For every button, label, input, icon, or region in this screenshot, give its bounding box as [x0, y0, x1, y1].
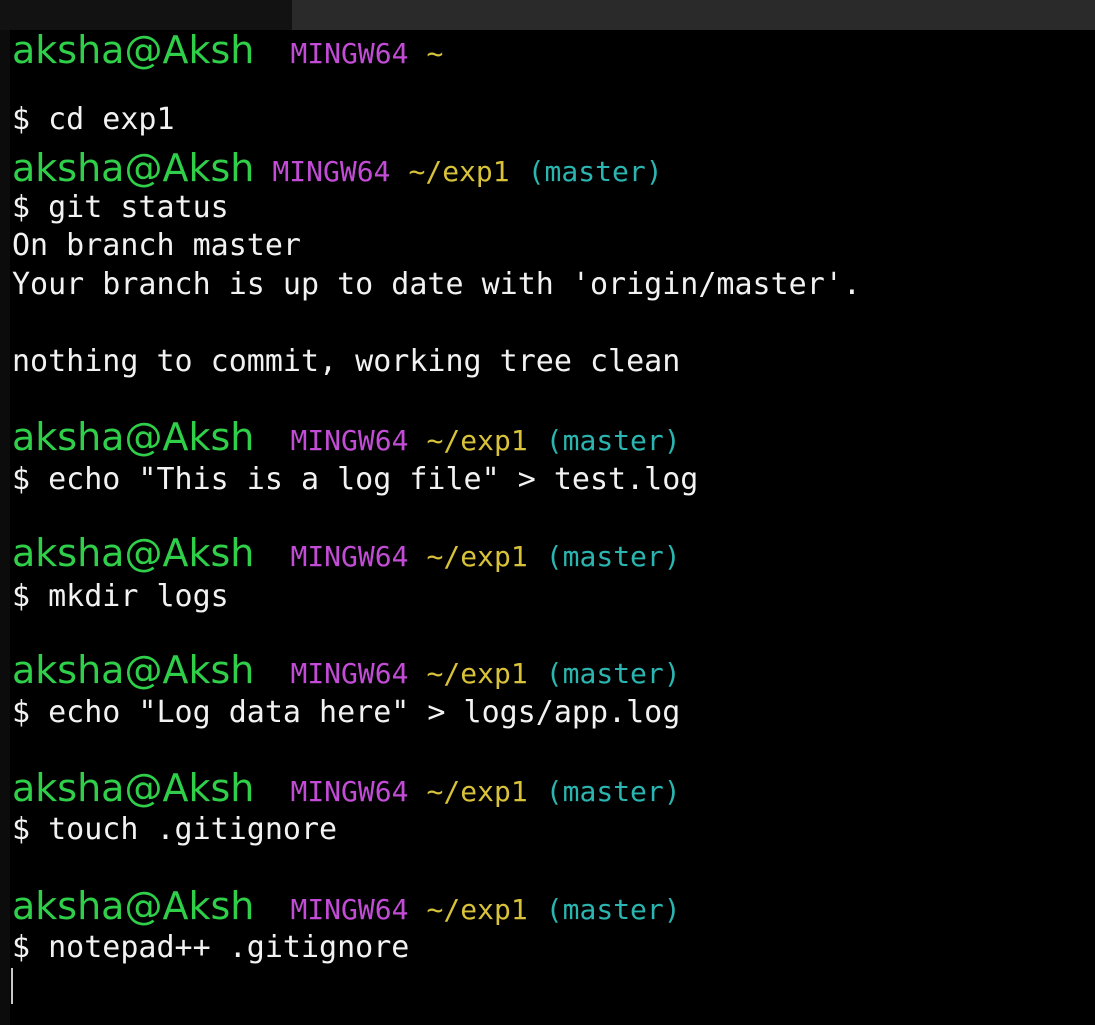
prompt-line: aksha@Aksh MINGW64 ~/exp1 (master)	[12, 149, 663, 188]
prompt-path: ~/exp1	[426, 893, 528, 926]
prompt-branch: (master)	[545, 775, 681, 808]
prompt-path: ~	[426, 37, 444, 70]
prompt-user: aksha@Aksh	[12, 146, 255, 190]
output-line: Your branch is up to date with 'origin/m…	[12, 267, 861, 302]
prompt-path: ~/exp1	[426, 424, 528, 457]
command-line: $ touch .gitignore	[12, 812, 338, 847]
prompt-line: aksha@Aksh MINGW64 ~	[12, 31, 444, 70]
prompt-path: ~/exp1	[426, 657, 528, 690]
prompt-branch: (master)	[545, 540, 681, 573]
command-line: $ git status	[12, 190, 229, 225]
prompt-user: aksha@Aksh	[12, 415, 255, 459]
prompt-host: MINGW64	[290, 424, 409, 457]
prompt-host: MINGW64	[290, 540, 409, 573]
prompt-branch: (master)	[545, 424, 681, 457]
prompt-branch: (master)	[527, 155, 663, 188]
prompt-line: aksha@Aksh MINGW64 ~/exp1 (master)	[12, 769, 681, 808]
command-line: $ notepad++ .gitignore	[12, 930, 410, 965]
prompt-host: MINGW64	[290, 37, 409, 70]
prompt-user: aksha@Aksh	[12, 531, 255, 575]
prompt-branch: (master)	[545, 893, 681, 926]
window-title-area	[0, 0, 292, 30]
output-line: On branch master	[12, 228, 301, 263]
prompt-host: MINGW64	[272, 155, 391, 188]
output-line: nothing to commit, working tree clean	[12, 344, 681, 379]
prompt-user: aksha@Aksh	[12, 766, 255, 810]
window-top-strip	[0, 0, 1095, 30]
prompt-line: aksha@Aksh MINGW64 ~/exp1 (master)	[12, 887, 681, 926]
text-cursor	[11, 968, 13, 1004]
prompt-host: MINGW64	[290, 775, 409, 808]
command-line: $ cd exp1	[12, 102, 175, 137]
prompt-branch: (master)	[545, 657, 681, 690]
prompt-user: aksha@Aksh	[12, 30, 255, 72]
prompt-line: aksha@Aksh MINGW64 ~/exp1 (master)	[12, 418, 681, 457]
prompt-path: ~/exp1	[408, 155, 510, 188]
command-line: $ mkdir logs	[12, 579, 229, 614]
prompt-host: MINGW64	[290, 657, 409, 690]
command-line: $ echo "This is a log file" > test.log	[12, 462, 699, 497]
prompt-path: ~/exp1	[426, 540, 528, 573]
terminal-window[interactable]: aksha@Aksh MINGW64 ~ $ cd exp1 aksha@Aks…	[0, 30, 1095, 1025]
prompt-user: aksha@Aksh	[12, 648, 255, 692]
prompt-line: aksha@Aksh MINGW64 ~/exp1 (master)	[12, 651, 681, 690]
command-line: $ echo "Log data here" > logs/app.log	[12, 695, 681, 730]
prompt-host: MINGW64	[290, 893, 409, 926]
prompt-user: aksha@Aksh	[12, 884, 255, 928]
prompt-line: aksha@Aksh MINGW64 ~/exp1 (master)	[12, 534, 681, 573]
prompt-path: ~/exp1	[426, 775, 528, 808]
